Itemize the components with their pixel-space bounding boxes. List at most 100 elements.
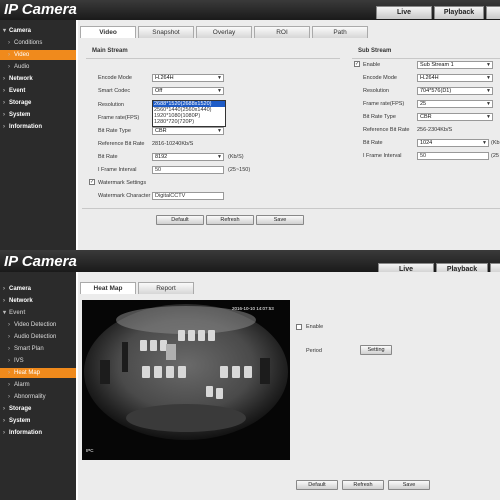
heat-map-panel: IP Camera Live Playback › Camera › Network… bbox=[0, 250, 500, 500]
sidebar-item-video-detection[interactable]: › Video Detection bbox=[0, 320, 76, 330]
enable-checkbox[interactable] bbox=[296, 324, 302, 330]
sidebar-item-ivs[interactable]: › IVS bbox=[0, 356, 76, 366]
divider bbox=[86, 58, 340, 59]
sidebar-item-label: Information bbox=[9, 124, 42, 130]
refresh-button[interactable]: Refresh bbox=[206, 215, 254, 225]
tab-report[interactable]: Report bbox=[138, 282, 194, 294]
sidebar-item-information[interactable]: › Information bbox=[0, 428, 76, 438]
reference-bit-rate-label: Reference Bit Rate bbox=[98, 141, 145, 147]
bit-rate-type-value: CBR bbox=[155, 128, 167, 134]
app-logo: IP Camera bbox=[4, 253, 77, 270]
sidebar-item-information[interactable]: › Information bbox=[0, 122, 76, 132]
sub-encode-mode-value: H.264H bbox=[420, 75, 439, 81]
tab-path[interactable]: Path bbox=[312, 26, 368, 38]
sidebar-item-label: Alarm bbox=[14, 382, 30, 388]
sub-frame-rate-select[interactable]: 25 ▼ bbox=[417, 100, 493, 108]
divider bbox=[82, 208, 500, 209]
refresh-button[interactable]: Refresh bbox=[342, 480, 384, 490]
iframe-interval-input[interactable]: 50 bbox=[152, 166, 224, 174]
sub-frame-rate-label: Frame rate(FPS) bbox=[363, 101, 405, 107]
sidebar-item-system[interactable]: › System bbox=[0, 416, 76, 426]
sidebar-item-video[interactable]: › Video bbox=[0, 50, 76, 60]
sidebar-item-label: Network bbox=[9, 76, 33, 82]
bit-rate-type-select[interactable]: CBR ▼ bbox=[152, 127, 224, 135]
reference-bit-rate-value: 2816-10240Kb/S bbox=[152, 141, 194, 147]
enable-label: Enable bbox=[306, 324, 324, 330]
sidebar-item-alarm[interactable]: › Alarm bbox=[0, 380, 76, 390]
sidebar-item-label: System bbox=[9, 418, 31, 424]
header-tab-playback[interactable]: Playback bbox=[434, 6, 484, 19]
sidebar-item-network[interactable]: › Network bbox=[0, 74, 76, 84]
chevron-down-icon: ▼ bbox=[217, 75, 222, 81]
content-area: Heat Map Report 2016-10-10 14:07:53 IPC … bbox=[78, 272, 500, 500]
bit-rate-select[interactable]: 8192 ▼ bbox=[152, 153, 224, 161]
video-preview[interactable]: 2016-10-10 14:07:53 IPC bbox=[82, 300, 290, 460]
sub-stream-select[interactable]: Sub Stream 1 ▼ bbox=[417, 61, 493, 69]
sidebar-item-label: Storage bbox=[9, 406, 32, 412]
sub-resolution-select[interactable]: 704*576(D1) ▼ bbox=[417, 87, 493, 95]
watermark-character-input[interactable]: DigitalCCTV bbox=[152, 192, 224, 200]
encode-mode-value: H.264H bbox=[155, 75, 174, 81]
bit-rate-unit: (Kb/S) bbox=[228, 154, 244, 160]
sub-stream-title: Sub Stream bbox=[358, 48, 392, 54]
sidebar-item-storage[interactable]: › Storage bbox=[0, 404, 76, 414]
sidebar-item-event[interactable]: › Event bbox=[0, 86, 76, 96]
chevron-down-icon: ▼ bbox=[482, 140, 487, 146]
sub-bit-rate-label: Bit Rate bbox=[363, 140, 383, 146]
iframe-interval-label: I Frame Interval bbox=[98, 167, 137, 173]
sidebar-item-abnormality[interactable]: › Abnormality bbox=[0, 392, 76, 402]
sidebar-item-label: Event bbox=[9, 88, 26, 94]
bit-rate-label: Bit Rate bbox=[98, 154, 118, 160]
sidebar-item-label: Smart Plan bbox=[14, 346, 44, 352]
sub-iframe-interval-input[interactable]: 50 bbox=[417, 152, 489, 160]
sidebar-item-storage[interactable]: › Storage bbox=[0, 98, 76, 108]
smart-codec-value: Off bbox=[155, 88, 163, 94]
sidebar-item-smart-plan[interactable]: › Smart Plan bbox=[0, 344, 76, 354]
sidebar-item-label: Information bbox=[9, 430, 42, 436]
chevron-down-icon: ▼ bbox=[217, 128, 222, 134]
default-button[interactable]: Default bbox=[156, 215, 204, 225]
header-tab-more[interactable] bbox=[486, 6, 500, 19]
tab-roi[interactable]: ROI bbox=[254, 26, 310, 38]
tab-overlay[interactable]: Overlay bbox=[196, 26, 252, 38]
encode-mode-select[interactable]: H.264H ▼ bbox=[152, 74, 224, 82]
sub-bit-rate-unit: (Kb bbox=[491, 140, 500, 146]
default-button[interactable]: Default bbox=[296, 480, 338, 490]
watermark-checkbox[interactable]: ✓ bbox=[89, 179, 95, 185]
sidebar-item-label: Camera bbox=[9, 286, 32, 292]
sub-encode-mode-select[interactable]: H.264H ▼ bbox=[417, 74, 493, 82]
sidebar-item-camera[interactable]: ▾ Camera bbox=[0, 26, 76, 36]
sidebar-item-audio-detection[interactable]: › Audio Detection bbox=[0, 332, 76, 342]
sidebar-item-audio[interactable]: › Audio bbox=[0, 62, 76, 72]
header-tab-live[interactable]: Live bbox=[376, 6, 432, 19]
resolution-option[interactable]: 1280*720(720P) bbox=[153, 119, 225, 125]
save-button[interactable]: Save bbox=[388, 480, 430, 490]
sidebar-item-system[interactable]: › System bbox=[0, 110, 76, 120]
frame-rate-label: Frame rate(FPS) bbox=[98, 115, 140, 121]
tab-snapshot[interactable]: Snapshot bbox=[138, 26, 194, 38]
period-label: Period bbox=[306, 348, 322, 354]
smart-codec-select[interactable]: Off ▼ bbox=[152, 87, 224, 95]
sidebar-item-label: Network bbox=[9, 298, 33, 304]
sub-bit-rate-type-value: CBR bbox=[420, 114, 432, 120]
sub-bit-rate-type-select[interactable]: CBR ▼ bbox=[417, 113, 493, 121]
sub-enable-checkbox[interactable]: ✓ bbox=[354, 61, 360, 67]
sub-bit-rate-select[interactable]: 1024 ▼ bbox=[417, 139, 489, 147]
sidebar-item-heat-map[interactable]: › Heat Map bbox=[0, 368, 76, 378]
save-button[interactable]: Save bbox=[256, 215, 304, 225]
sidebar-item-network[interactable]: › Network bbox=[0, 296, 76, 306]
sub-iframe-interval-range: (25 bbox=[491, 153, 499, 159]
video-settings-panel: IP Camera Live Playback ▾ Camera › Conditi… bbox=[0, 0, 500, 250]
tab-heat-map[interactable]: Heat Map bbox=[80, 282, 136, 294]
period-setting-button[interactable]: Setting bbox=[360, 345, 392, 355]
tab-video[interactable]: Video bbox=[80, 26, 136, 38]
sidebar-item-label: Video bbox=[14, 52, 30, 58]
sub-stream-section: Sub Stream ✓ Enable Sub Stream 1 ▼ Encode… bbox=[348, 38, 500, 218]
sidebar-item-camera[interactable]: › Camera bbox=[0, 284, 76, 294]
sidebar-menu: ▾ Camera › Conditions › Video › Audio › Netwo… bbox=[0, 20, 76, 250]
chevron-down-icon: ▼ bbox=[486, 88, 491, 94]
resolution-dropdown-list[interactable]: 2688*1520(2688x1520) 2560*1440(2560x1440… bbox=[152, 100, 226, 127]
sidebar-item-event[interactable]: ▾ Event bbox=[0, 308, 76, 318]
sidebar-item-conditions[interactable]: › Conditions bbox=[0, 38, 76, 48]
chevron-down-icon: ▼ bbox=[486, 62, 491, 68]
